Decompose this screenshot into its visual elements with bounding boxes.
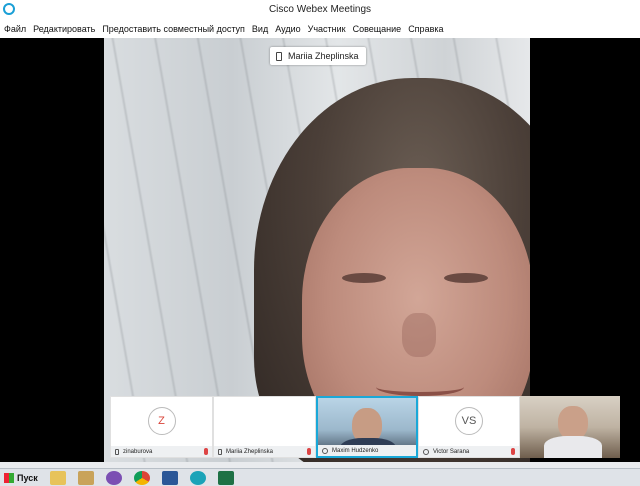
webex-task-icon[interactable]: [189, 470, 206, 485]
participant-name: zinaburova: [123, 448, 153, 455]
active-speaker-name-tag: Mariia Zheplinska: [270, 47, 366, 65]
self-body: [544, 436, 602, 458]
active-speaker-name: Mariia Zheplinska: [288, 51, 359, 61]
start-label: Пуск: [17, 472, 38, 483]
word-icon[interactable]: [161, 470, 178, 485]
headset-icon: [322, 447, 328, 454]
speaker-eye-left: [342, 273, 386, 283]
menu-share[interactable]: Предоставить совместный доступ: [102, 24, 245, 34]
speaker-mouth: [376, 378, 464, 396]
participant-label: zinaburova: [111, 446, 212, 457]
muted-mic-icon: [204, 448, 208, 455]
windows-flag-icon: [4, 472, 14, 483]
menu-view[interactable]: Вид: [252, 24, 268, 34]
participant-thumb-maxim[interactable]: Maxim Hudzenko: [316, 396, 418, 458]
start-button[interactable]: Пуск: [0, 470, 44, 486]
muted-mic-icon: [307, 448, 311, 455]
video-stage: Mariia Zheplinska Z zinaburova Mariia Zh…: [0, 38, 640, 462]
excel-icon[interactable]: [217, 470, 234, 485]
menu-edit[interactable]: Редактировать: [33, 24, 95, 34]
speaker-nose: [402, 313, 436, 357]
self-face: [558, 406, 588, 440]
self-view-video[interactable]: [520, 396, 620, 458]
participant-thumb-victor[interactable]: VS Victor Sarana: [418, 396, 520, 458]
participant-label: Victor Sarana: [419, 446, 519, 457]
menu-meeting[interactable]: Совещание: [353, 24, 402, 34]
window-titlebar: Cisco Webex Meetings: [0, 0, 640, 20]
headset-icon: [423, 448, 429, 455]
participant-label: Maxim Hudzenko: [318, 445, 416, 456]
menu-bar: Файл Редактировать Предоставить совместн…: [0, 20, 640, 38]
participant-thumb-zinaburova[interactable]: Z zinaburova: [110, 396, 213, 458]
participant-avatar: Z: [147, 407, 176, 435]
participant-label: Mariia Zheplinska: [214, 446, 315, 457]
participant-name: Maxim Hudzenko: [332, 447, 379, 454]
muted-mic-icon: [511, 448, 515, 455]
mobile-device-icon: [276, 51, 282, 61]
mobile-device-icon: [115, 448, 119, 455]
chrome-icon[interactable]: [133, 470, 150, 485]
viber-icon[interactable]: [105, 470, 122, 485]
menu-audio[interactable]: Аудио: [275, 24, 300, 34]
window-title: Cisco Webex Meetings: [268, 4, 372, 15]
participant-name: Mariia Zheplinska: [226, 448, 274, 455]
participant-name: Victor Sarana: [433, 448, 470, 455]
participant-thumb-mariia[interactable]: Mariia Zheplinska: [213, 396, 316, 458]
file-explorer-icon[interactable]: [49, 470, 66, 485]
menu-file[interactable]: Файл: [4, 24, 26, 34]
speaker-eye-right: [444, 273, 488, 283]
mobile-device-icon: [218, 448, 222, 455]
participant-avatar: VS: [455, 407, 483, 435]
menu-participant[interactable]: Участник: [308, 24, 346, 34]
menu-help[interactable]: Справка: [408, 24, 443, 34]
folder-icon[interactable]: [77, 470, 94, 485]
os-taskbar: Пуск: [0, 468, 640, 486]
